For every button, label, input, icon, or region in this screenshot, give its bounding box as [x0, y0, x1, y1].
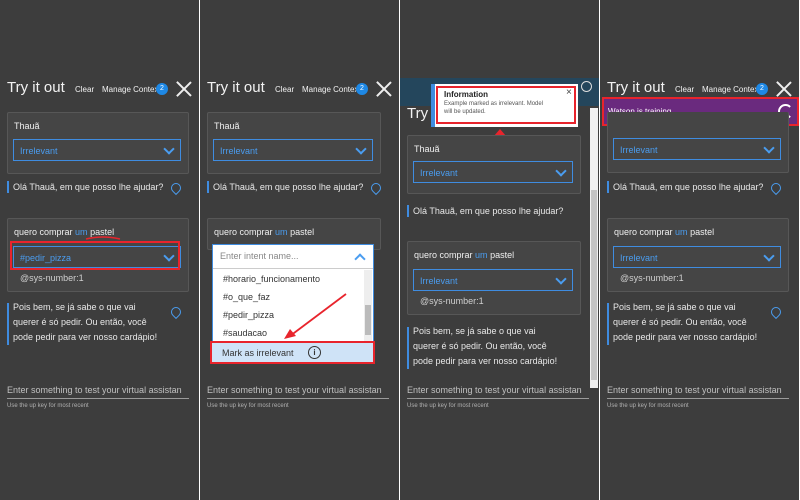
manage-context-button[interactable]: Manage Context [302, 85, 361, 94]
dropdown-scroll-thumb[interactable] [365, 305, 371, 335]
bot-message: Olá Thauã, em que posso lhe ajudar? [213, 182, 364, 192]
intent-card: Thauã Irrelevant [7, 112, 189, 174]
intent-option[interactable]: #pedir_pizza [223, 310, 274, 320]
intent-select[interactable]: Irrelevant [613, 246, 781, 268]
intent-card: Thauã Irrelevant [207, 112, 381, 174]
input-hint: Use the up key for most recent [207, 403, 289, 409]
entity-label: @sys-number:1 [20, 273, 84, 283]
user-message: Thauã [414, 144, 440, 154]
input-underline [207, 398, 389, 399]
chevron-up-icon[interactable] [354, 253, 366, 265]
clear-button[interactable]: Clear [675, 85, 694, 94]
annotation-box [210, 341, 375, 364]
bot-message-bar [607, 303, 609, 345]
clear-button[interactable]: Clear [275, 85, 294, 94]
intent-search-input[interactable]: Enter intent name... [220, 251, 299, 261]
user-message: quero comprar um pastel [614, 227, 715, 237]
user-message: Thauã [214, 121, 240, 131]
intent-select[interactable]: Irrelevant [13, 139, 181, 161]
panel-3: Try Information Example marked as irrele… [400, 0, 599, 500]
input-hint: Use the up key for most recent [407, 403, 489, 409]
chevron-down-icon [763, 250, 775, 262]
panel-title: Try it out [607, 79, 665, 96]
intent-select[interactable]: Irrelevant [213, 139, 373, 161]
intent-select-value: Irrelevant [420, 276, 458, 286]
context-count-badge: 2 [156, 83, 168, 95]
annotation-box [10, 241, 180, 270]
intent-select-value: Irrelevant [620, 253, 658, 263]
chevron-down-icon [555, 165, 567, 177]
intent-option[interactable]: #saudacao [223, 328, 267, 338]
annotation-arrow [284, 293, 347, 339]
chevron-down-icon [355, 143, 367, 155]
user-message: quero comprar um pastel [214, 227, 315, 237]
manage-context-button[interactable]: Manage Context [102, 85, 161, 94]
annotation-box [436, 86, 576, 124]
chevron-down-icon [555, 273, 567, 285]
input-underline [407, 398, 589, 399]
bot-message-bar [7, 181, 9, 193]
close-icon[interactable] [776, 81, 792, 97]
panel-title: Try [407, 105, 429, 122]
context-count-badge: 2 [756, 83, 768, 95]
intent-card: Irrelevant [607, 112, 789, 173]
panel-title: Try it out [7, 79, 65, 96]
close-icon[interactable] [376, 81, 392, 97]
input-hint: Use the up key for most recent [7, 403, 89, 409]
clear-button[interactable]: Clear [75, 85, 94, 94]
user-message: Thauã [14, 121, 40, 131]
bot-message-bar [7, 303, 9, 345]
entity-label: @sys-number:1 [620, 273, 684, 283]
message-input[interactable]: Enter something to test your virtual ass… [407, 385, 582, 395]
bot-message-bar [407, 327, 409, 369]
location-icon [168, 180, 184, 196]
intent-select-value: Irrelevant [20, 146, 58, 156]
intent-select[interactable]: Irrelevant [613, 138, 781, 160]
manage-context-button[interactable]: Manage Context [702, 85, 761, 94]
close-circle-icon[interactable] [581, 81, 592, 92]
bot-message-bar [207, 181, 209, 193]
bot-message: Pois bem, se já sabe o que vai querer é s… [413, 326, 558, 366]
location-icon [768, 180, 784, 196]
input-underline [607, 398, 789, 399]
intent-card: quero comprar um pastel Irrelevant @sys-… [607, 218, 789, 292]
location-icon [768, 304, 784, 320]
chevron-down-icon [163, 143, 175, 155]
panel-2: Try it out Clear Manage Context 2 Thauã … [200, 0, 399, 500]
intent-select[interactable]: Irrelevant [413, 269, 573, 291]
bot-message: Olá Thauã, em que posso lhe ajudar? [13, 182, 164, 192]
intent-option[interactable]: #o_que_faz [223, 292, 270, 302]
close-icon[interactable] [176, 81, 192, 97]
bot-message: Olá Thauã, em que posso lhe ajudar? [613, 182, 764, 192]
input-hint: Use the up key for most recent [607, 403, 689, 409]
bot-message-bar [607, 181, 609, 193]
location-icon [368, 180, 384, 196]
user-message: quero comprar um pastel [414, 250, 515, 260]
panel-scroll-thumb[interactable] [591, 190, 597, 380]
entity-label: @sys-number:1 [420, 296, 484, 306]
intent-select-value: Irrelevant [220, 146, 258, 156]
intent-select[interactable]: Irrelevant [413, 161, 573, 183]
bot-message: Pois bem, se já sabe o que vai querer é s… [13, 302, 158, 342]
panel-4: Try it out Clear Manage Context 2 Watson… [600, 0, 799, 500]
intent-select-value: Irrelevant [620, 145, 658, 155]
input-underline [7, 398, 189, 399]
bot-message: Pois bem, se já sabe o que vai querer é s… [613, 302, 758, 342]
location-icon [168, 304, 184, 320]
intent-option[interactable]: #horario_funcionamento [223, 274, 320, 284]
bot-message-bar [407, 205, 409, 217]
intent-select-value: Irrelevant [420, 168, 458, 178]
panel-title: Try it out [207, 79, 265, 96]
chevron-down-icon [763, 142, 775, 154]
message-input[interactable]: Enter something to test your virtual ass… [7, 385, 182, 395]
intent-card: Thauã Irrelevant [407, 135, 581, 194]
context-count-badge: 2 [356, 83, 368, 95]
intent-card: quero comprar um pastel Irrelevant @sys-… [407, 241, 581, 315]
dropdown-divider [213, 268, 373, 269]
panel-1: Try it out Clear Manage Context 2 Thauã … [0, 0, 199, 500]
message-input[interactable]: Enter something to test your virtual ass… [207, 385, 382, 395]
message-input[interactable]: Enter something to test your virtual ass… [607, 385, 782, 395]
bot-message: Olá Thauã, em que posso lhe ajudar? [413, 206, 564, 216]
